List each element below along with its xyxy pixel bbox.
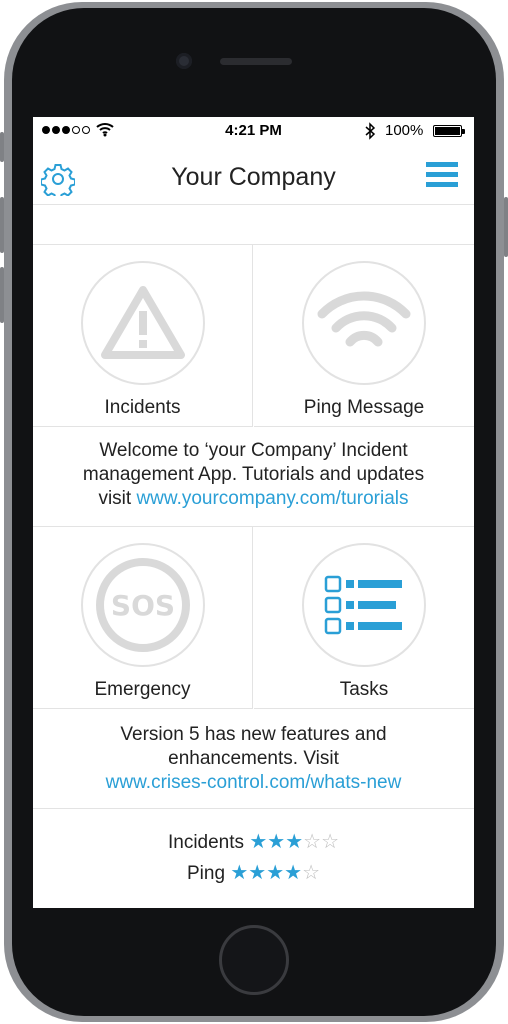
star-filled-icon: ★ (249, 831, 268, 853)
tutorials-link[interactable]: www.yourcompany.com/turorials (136, 488, 408, 509)
welcome-line-2: management App. Tutorials and updates (82, 464, 425, 485)
home-button[interactable] (219, 925, 289, 995)
svg-text:SOS: SOS (111, 589, 175, 622)
page-title: Your Company (171, 163, 336, 191)
volume-up-button (0, 197, 4, 253)
ping-message-label: Ping Message (303, 397, 425, 418)
version-line-2: enhancements. Visit (168, 748, 339, 769)
ratings-section: Incidents ★★★☆☆ Ping ★★★★☆ (33, 829, 474, 891)
star-empty-icon: ☆ (321, 831, 339, 853)
front-camera (176, 53, 192, 69)
battery-percent: 100% (385, 122, 424, 139)
emergency-tile[interactable]: SOS Emergency (33, 527, 253, 709)
app-header: Your Company (33, 145, 474, 205)
hamburger-menu-icon[interactable] (426, 162, 458, 190)
welcome-line-1: Welcome to ‘your Company’ Incident (99, 440, 408, 461)
tasks-icon-circle (302, 543, 426, 667)
earpiece-speaker (220, 58, 292, 65)
star-filled-icon: ★ (248, 862, 267, 884)
warning-triangle-icon (101, 286, 185, 359)
ping-rating-label: Ping (187, 863, 226, 884)
ping-rating: Ping ★★★★☆ (33, 860, 474, 891)
incidents-label: Incidents (104, 397, 181, 418)
incidents-rating: Incidents ★★★☆☆ (33, 829, 474, 860)
sos-icon: SOS (96, 558, 190, 652)
star-empty-icon: ☆ (302, 862, 320, 884)
power-button (504, 197, 508, 257)
volume-down-button (0, 267, 4, 323)
incidents-tile[interactable]: Incidents (33, 245, 253, 427)
version-line-1: Version 5 has new features and (120, 724, 387, 745)
bluetooth-icon (365, 122, 376, 140)
star-filled-icon: ★ (267, 831, 286, 853)
incidents-star-rating: ★★★☆☆ (249, 831, 339, 853)
welcome-prefix: visit (98, 488, 137, 509)
ping-message-tile[interactable]: Ping Message (254, 245, 474, 427)
version-message: Version 5 has new features and enhanceme… (33, 709, 474, 809)
ping-star-rating: ★★★★☆ (230, 862, 320, 884)
star-empty-icon: ☆ (303, 831, 322, 853)
status-bar: 4:21 PM 100% (33, 117, 474, 145)
incidents-icon-circle (81, 261, 205, 385)
emergency-icon-circle: SOS (81, 543, 205, 667)
header-spacer (33, 205, 474, 245)
app-screen: 4:21 PM 100% Your Company Incidents Ping… (33, 117, 474, 908)
task-list-icon (324, 575, 402, 635)
ping-icon-circle (302, 261, 426, 385)
incidents-rating-label: Incidents (167, 832, 245, 853)
star-filled-icon: ★ (230, 862, 249, 884)
star-filled-icon: ★ (266, 862, 285, 884)
wifi-signal-icon (317, 291, 411, 347)
tasks-label: Tasks (339, 679, 389, 700)
star-filled-icon: ★ (285, 831, 304, 853)
emergency-label: Emergency (94, 679, 191, 700)
star-filled-icon: ★ (284, 862, 303, 884)
welcome-message: Welcome to ‘your Company’ Incident manag… (33, 427, 474, 527)
tasks-tile[interactable]: Tasks (254, 527, 474, 709)
battery-icon (433, 125, 465, 137)
mute-switch (0, 132, 4, 162)
whats-new-link[interactable]: www.crises-control.com/whats-new (33, 771, 474, 795)
